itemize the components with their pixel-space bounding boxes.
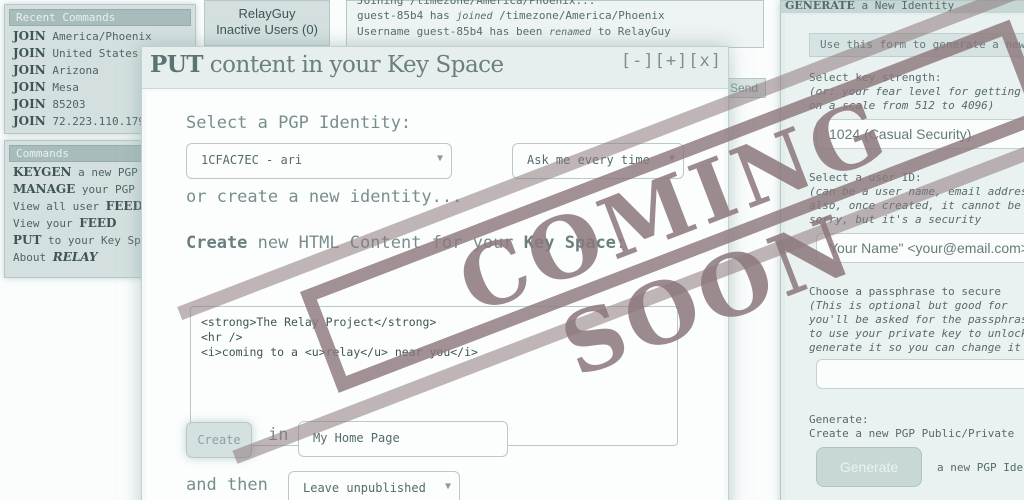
key-strength-select[interactable]: 1024 (Casual Security) [816, 119, 1024, 149]
create-content-label: Create new HTML Content for your Key Spa… [186, 233, 627, 253]
user-id-label: Select a user ID: (can be a user name, e… [809, 171, 1024, 227]
user-id-text: Select a user ID: [809, 171, 922, 184]
create-button[interactable]: Create [186, 422, 252, 458]
passphrase-label: Choose a passphrase to secure (This is o… [809, 285, 1024, 355]
users-panel: (?) RelayGuy Inactive Users (0) [204, 0, 330, 46]
generate-identity-panel: GENERATE a New Identity Use this form to… [780, 0, 1024, 500]
log-line: guest-85b4 has joined /timezone/America/… [357, 9, 665, 22]
dialog-title: PUT content in your Key Space [150, 51, 504, 78]
log-line: Username guest-85b4 has been renamed to … [357, 25, 671, 38]
in-label: in [268, 425, 289, 445]
recent-commands-header: Recent Commands [9, 9, 191, 26]
path-select[interactable]: My Home Page [298, 421, 508, 457]
generate-info: Use this form to generate a new [809, 33, 1024, 57]
user-id-hint: sorry, but it's a security [809, 213, 982, 226]
generate-hint: Create a new PGP Public/Private [809, 427, 1015, 440]
generate-after-text: a new PGP Identity [937, 461, 1024, 474]
chat-log: Joining /timezone/America/Phoenix... gue… [346, 0, 764, 48]
publish-select-value: Leave unpublished [303, 481, 426, 495]
recent-command-item[interactable]: JOIN America/Phoenix [5, 28, 195, 45]
and-then-label: and then [186, 475, 268, 495]
dialog-titlebar[interactable]: PUT content in your Key Space [-][+][x] [142, 47, 728, 89]
passphrase-hint: generate it so you can change it [809, 341, 1021, 354]
generate-label: Generate: Create a new PGP Public/Privat… [809, 413, 1014, 441]
passphrase-input[interactable] [816, 359, 1024, 389]
create-identity-link[interactable]: or create a new identity... [186, 187, 462, 207]
chevron-down-icon: ▼ [444, 481, 451, 492]
user-relayguy[interactable]: RelayGuy [205, 6, 329, 22]
generate-title: GENERATE a New Identity [781, 1, 1024, 13]
generate-button[interactable]: Generate [816, 447, 922, 487]
chevron-down-icon: ▼ [668, 153, 675, 164]
window-controls[interactable]: [-][+][x] [621, 51, 722, 71]
key-strength-label: Select key strength: (or: your fear leve… [809, 71, 1021, 113]
select-identity-label: Select a PGP Identity: [186, 113, 412, 133]
key-strength-hint: on a scale from 512 to 4096) [809, 99, 995, 112]
user-id-input[interactable]: Your Name" <your@email.com> [816, 233, 1024, 263]
passphrase-text: Choose a passphrase to secure [809, 285, 1002, 298]
key-strength-hint: (or: your fear level for getting [809, 85, 1021, 98]
chevron-down-icon: ▼ [436, 153, 443, 164]
passphrase-hint: you'll be asked for the passphrase [809, 313, 1024, 326]
dialog-body: Select a PGP Identity: 1CFAC7EC - ari ▼ … [146, 91, 724, 500]
publish-select[interactable]: Leave unpublished ▼ [288, 471, 460, 500]
passphrase-hint: to use your private key to unlock [809, 327, 1024, 340]
identity-select-value: 1CFAC7EC - ari [201, 153, 303, 167]
users-top: (?) [205, 1, 329, 3]
passphrase-option-select[interactable]: Ask me every time ▼ [512, 143, 684, 179]
key-strength-text: Select key strength: [809, 71, 942, 84]
user-id-hint: also, once created, it cannot be [809, 199, 1021, 212]
log-line: Joining /timezone/America/Phoenix... [357, 0, 596, 7]
user-id-hint: (can be a user name, email address [809, 185, 1024, 198]
inactive-users[interactable]: Inactive Users (0) [205, 22, 329, 38]
put-content-dialog: PUT content in your Key Space [-][+][x] … [141, 46, 729, 500]
identity-select[interactable]: 1CFAC7EC - ari ▼ [186, 143, 452, 179]
generate-label-text: Generate: [809, 413, 869, 426]
passphrase-hint: (This is optional but good for [809, 299, 1008, 312]
passphrase-option-value: Ask me every time [527, 153, 650, 167]
